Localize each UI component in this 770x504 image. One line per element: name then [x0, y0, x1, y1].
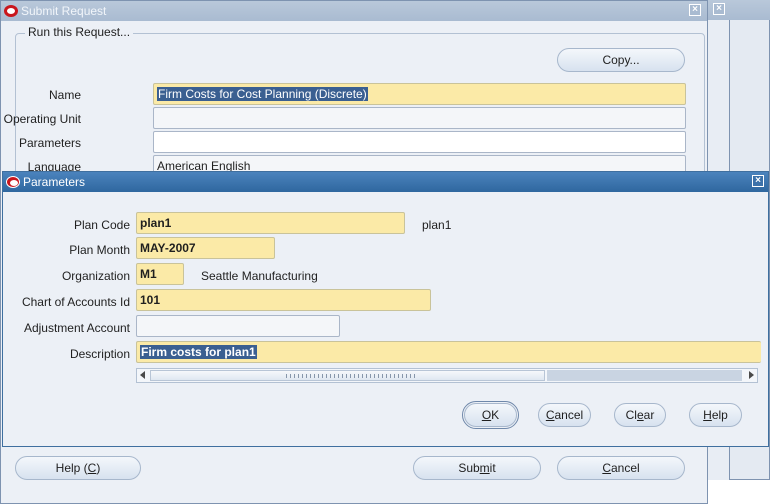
horizontal-scrollbar[interactable] [136, 368, 758, 383]
close-icon[interactable]: × [689, 4, 701, 16]
chart-of-accounts-label: Chart of Accounts Id [21, 295, 130, 309]
description-label: Description [69, 347, 130, 361]
parameters-label: Parameters [18, 136, 81, 150]
plan-code-description: plan1 [422, 218, 452, 232]
window-title: Submit Request [21, 4, 107, 18]
oracle-logo-icon [4, 5, 18, 17]
adjustment-account-field[interactable] [136, 315, 340, 337]
submit-request-titlebar: Submit Request × [1, 1, 707, 21]
parameters-dialog: Parameters × Plan Code plan1 plan1 Plan … [2, 171, 769, 447]
submit-button[interactable]: Submit [413, 456, 541, 480]
oracle-logo-icon [6, 176, 20, 188]
operating-unit-label: Operating Unit [3, 112, 81, 126]
scroll-right-icon[interactable] [749, 371, 754, 379]
cancel-button[interactable]: Cancel [538, 403, 591, 427]
name-field[interactable]: Firm Costs for Cost Planning (Discrete) [153, 83, 686, 105]
chart-of-accounts-field[interactable]: 101 [136, 289, 431, 311]
parameters-field[interactable] [153, 131, 686, 153]
ok-button[interactable]: OK [462, 401, 519, 429]
scrollbar-grip [286, 374, 416, 378]
scrollbar-track[interactable] [547, 370, 742, 381]
organization-description: Seattle Manufacturing [201, 269, 318, 283]
name-label: Name [48, 88, 81, 102]
close-icon[interactable]: × [713, 3, 725, 15]
scrollbar-thumb[interactable] [150, 370, 545, 381]
help-c-button[interactable]: Help (C) [15, 456, 141, 480]
adjustment-account-label: Adjustment Account [23, 321, 130, 335]
plan-code-label: Plan Code [73, 218, 130, 232]
clear-button[interactable]: Clear [614, 403, 666, 427]
cancel-button[interactable]: Cancel [557, 456, 685, 480]
plan-month-field[interactable]: MAY-2007 [136, 237, 275, 259]
organization-label: Organization [61, 269, 130, 283]
operating-unit-field[interactable] [153, 107, 686, 129]
scroll-left-icon[interactable] [140, 371, 145, 379]
description-field[interactable]: Firm costs for plan1 [136, 341, 761, 363]
close-icon[interactable]: × [752, 175, 764, 187]
plan-code-field[interactable]: plan1 [136, 212, 405, 234]
organization-field[interactable]: M1 [136, 263, 184, 285]
copy-button[interactable]: Copy... [557, 48, 685, 72]
dialog-title: Parameters [23, 175, 86, 189]
plan-month-label: Plan Month [69, 243, 130, 257]
help-button[interactable]: Help [689, 403, 742, 427]
group-title: Run this Request... [25, 25, 134, 39]
parameters-titlebar: Parameters × [3, 172, 768, 192]
